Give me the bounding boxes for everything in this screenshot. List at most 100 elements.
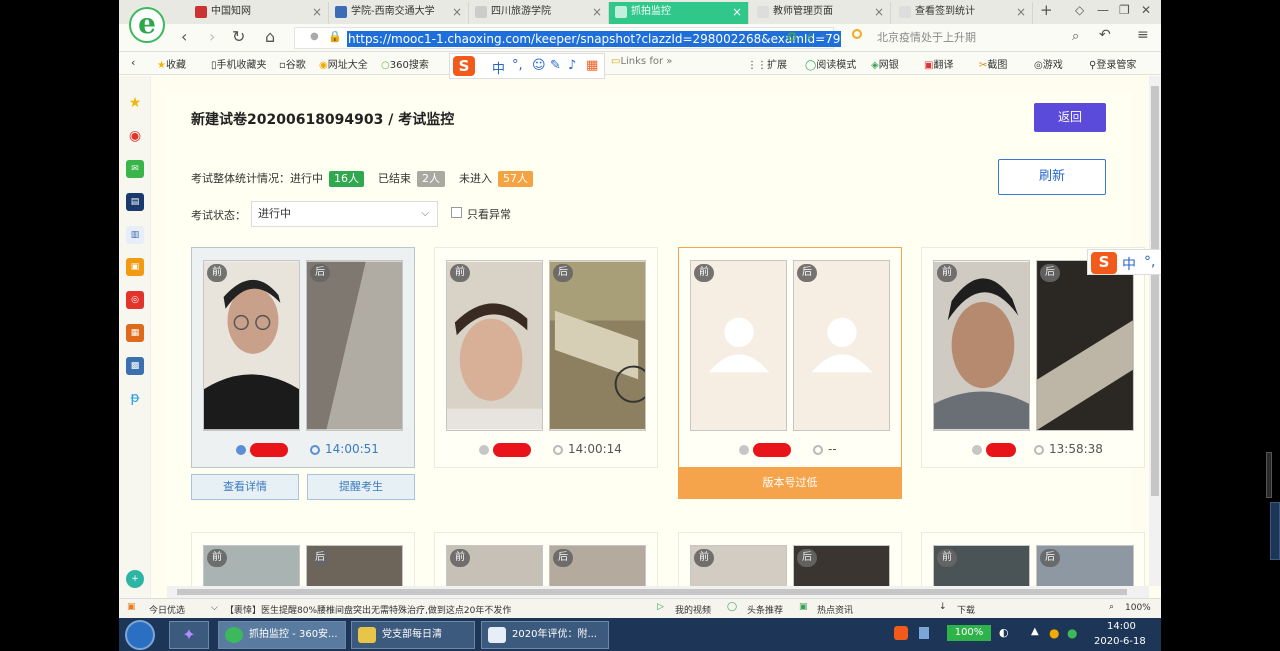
address-bar[interactable]: ● 🔒 https://mooc1-1.chaoxing.com/keeper/…: [294, 27, 842, 49]
mail-icon[interactable]: ✉: [126, 160, 144, 178]
close-icon[interactable]: ×: [452, 2, 462, 22]
download-link[interactable]: 下载: [957, 603, 975, 616]
extensions-button[interactable]: ⋮⋮扩展: [747, 56, 787, 71]
headlines-link[interactable]: 头条推荐: [747, 603, 783, 616]
student-card[interactable]: 前 后 14:00:51: [191, 247, 415, 468]
bookmark-mobile[interactable]: ▯手机收藏夹: [211, 56, 267, 71]
task-folder[interactable]: 党支部每日清: [351, 621, 475, 649]
restore-icon[interactable]: ❐: [1119, 3, 1130, 17]
app-icon[interactable]: ▦: [126, 324, 144, 342]
chevron-down-icon[interactable]: ⌵: [821, 30, 829, 41]
back-arrow-icon[interactable]: ‹: [181, 27, 187, 46]
home-icon[interactable]: ⌂: [265, 27, 275, 46]
view-details-button[interactable]: 查看详情: [191, 474, 299, 500]
hot-news-link[interactable]: 热点资讯: [817, 603, 853, 616]
compat-icon[interactable]: ✪: [787, 30, 797, 44]
side-handle[interactable]: [1266, 452, 1272, 498]
qq-icon[interactable]: ●: [1049, 626, 1059, 640]
refresh-button[interactable]: 刷新: [998, 159, 1106, 195]
task-browser[interactable]: 抓拍监控 - 360安...: [218, 621, 346, 649]
tab-sctu[interactable]: 四川旅游学院 ×: [469, 2, 609, 24]
my-videos-link[interactable]: 我的视频: [675, 603, 711, 616]
search-icon[interactable]: ⌕: [1072, 29, 1079, 44]
bookmark-links[interactable]: ▭Links for »: [611, 56, 672, 67]
ime-float-toolbar[interactable]: S 中 °,: [1087, 249, 1161, 275]
doc-icon[interactable]: ▥: [126, 226, 144, 244]
tab-snapshot[interactable]: 抓拍监控 ×: [609, 2, 749, 24]
remind-student-button[interactable]: 提醒考生: [307, 474, 415, 500]
sogou-tray-icon[interactable]: [894, 626, 908, 640]
tray-icon[interactable]: [919, 627, 929, 639]
start-button[interactable]: [125, 620, 155, 650]
back-button[interactable]: 返回: [1034, 103, 1106, 132]
url-text[interactable]: https://mooc1-1.chaoxing.com/keeper/snap…: [347, 31, 842, 47]
zoom-level[interactable]: 100%: [1125, 603, 1151, 613]
close-icon[interactable]: ×: [592, 2, 602, 22]
read-mode-button[interactable]: ◯阅读模式: [805, 56, 856, 71]
sidebar-toggle-icon[interactable]: ‹: [131, 56, 135, 69]
scroll-thumb[interactable]: [1151, 86, 1159, 496]
screenshot-button[interactable]: ✂截图: [979, 56, 1007, 71]
abnormal-checkbox[interactable]: [451, 207, 462, 218]
add-icon[interactable]: +: [126, 570, 144, 588]
menu-icon[interactable]: ≡: [1137, 27, 1149, 43]
news-icon[interactable]: ▤: [126, 193, 144, 211]
close-icon[interactable]: ×: [732, 2, 742, 22]
ime-mode[interactable]: 中: [492, 58, 505, 77]
horizontal-scrollbar[interactable]: [167, 586, 1149, 598]
close-icon[interactable]: ×: [874, 2, 884, 22]
game-icon[interactable]: ◎: [126, 291, 144, 309]
side-panel-tab[interactable]: [1270, 502, 1280, 560]
monitor-icon[interactable]: ◐: [999, 626, 1009, 639]
student-card[interactable]: 前 后 14:00:14: [434, 247, 658, 468]
battery-indicator[interactable]: 100%: [947, 625, 991, 641]
p-icon[interactable]: ᵽ: [126, 389, 144, 407]
games-button[interactable]: ◎游戏: [1034, 56, 1063, 71]
new-tab-icon[interactable]: +: [1040, 1, 1053, 19]
tab-cnki[interactable]: 中国知网 ×: [189, 2, 329, 24]
360-tray-icon[interactable]: ●: [1067, 626, 1077, 640]
ime-mode[interactable]: 中: [1122, 254, 1136, 274]
apps-icon[interactable]: ▦: [586, 58, 598, 73]
shirt-icon[interactable]: ◇: [1075, 3, 1084, 17]
news-ticker[interactable]: 【裹悻】医生提醒80%腰椎间盘突出无需特殊治疗,做到这点20年不发作: [225, 603, 511, 616]
minimize-icon[interactable]: —: [1097, 3, 1109, 17]
tab-swjtu[interactable]: 学院-西南交通大学 ×: [329, 2, 469, 24]
reload-icon[interactable]: ↻: [232, 27, 245, 46]
student-card[interactable]: 前 后 --: [678, 247, 902, 468]
mic-icon[interactable]: ♪: [568, 58, 576, 73]
close-icon[interactable]: ×: [312, 2, 322, 22]
close-window-icon[interactable]: ✕: [1141, 3, 1151, 17]
search-hint[interactable]: 北京疫情处于上升期: [877, 29, 976, 45]
bolt-icon[interactable]: ⚡: [805, 30, 813, 44]
today-picks[interactable]: 今日优选: [149, 603, 185, 616]
tray-expand-icon[interactable]: ▲: [1031, 626, 1039, 637]
bookmark-favorites[interactable]: ★收藏: [157, 56, 186, 71]
task-word[interactable]: 2020年评优：附...: [481, 621, 609, 649]
tab-signin[interactable]: 查看签到统计 ×: [893, 2, 1033, 24]
undo-icon[interactable]: ↶: [1099, 27, 1111, 43]
punct-icon[interactable]: °,: [1144, 254, 1155, 270]
game2-icon[interactable]: ▩: [126, 357, 144, 375]
emoji-icon[interactable]: ☺: [532, 58, 546, 73]
translate-button[interactable]: ▣翻译: [924, 56, 953, 71]
bookmark-hao[interactable]: ◉网址大全: [319, 56, 368, 71]
status-select[interactable]: 进行中 ⌵: [251, 201, 438, 227]
star-icon[interactable]: ★: [126, 94, 144, 112]
login-manager-button[interactable]: ⚲登录管家: [1089, 56, 1136, 71]
novel-icon[interactable]: ▣: [126, 258, 144, 276]
pinned-app-icon[interactable]: ✦: [169, 621, 209, 649]
tab-teacher[interactable]: 教师管理页面 ×: [751, 2, 891, 24]
student-card[interactable]: 前 后 13:58:38: [921, 247, 1145, 468]
abnormal-label[interactable]: 只看异常: [467, 206, 511, 222]
pen-icon[interactable]: ✎: [550, 58, 561, 73]
close-icon[interactable]: ×: [1016, 2, 1026, 22]
bookmark-google[interactable]: ▫谷歌: [279, 56, 306, 71]
forward-arrow-icon[interactable]: ›: [209, 27, 215, 46]
weibo-icon[interactable]: ◉: [126, 127, 144, 145]
vertical-scrollbar[interactable]: [1149, 76, 1161, 586]
ime-toolbar[interactable]: S 中 °, ☺ ✎ ♪ ▦: [449, 53, 605, 79]
scroll-thumb[interactable]: [177, 589, 1127, 595]
punct-icon[interactable]: °,: [512, 58, 523, 73]
bookmark-360[interactable]: ○360搜索: [381, 56, 429, 71]
